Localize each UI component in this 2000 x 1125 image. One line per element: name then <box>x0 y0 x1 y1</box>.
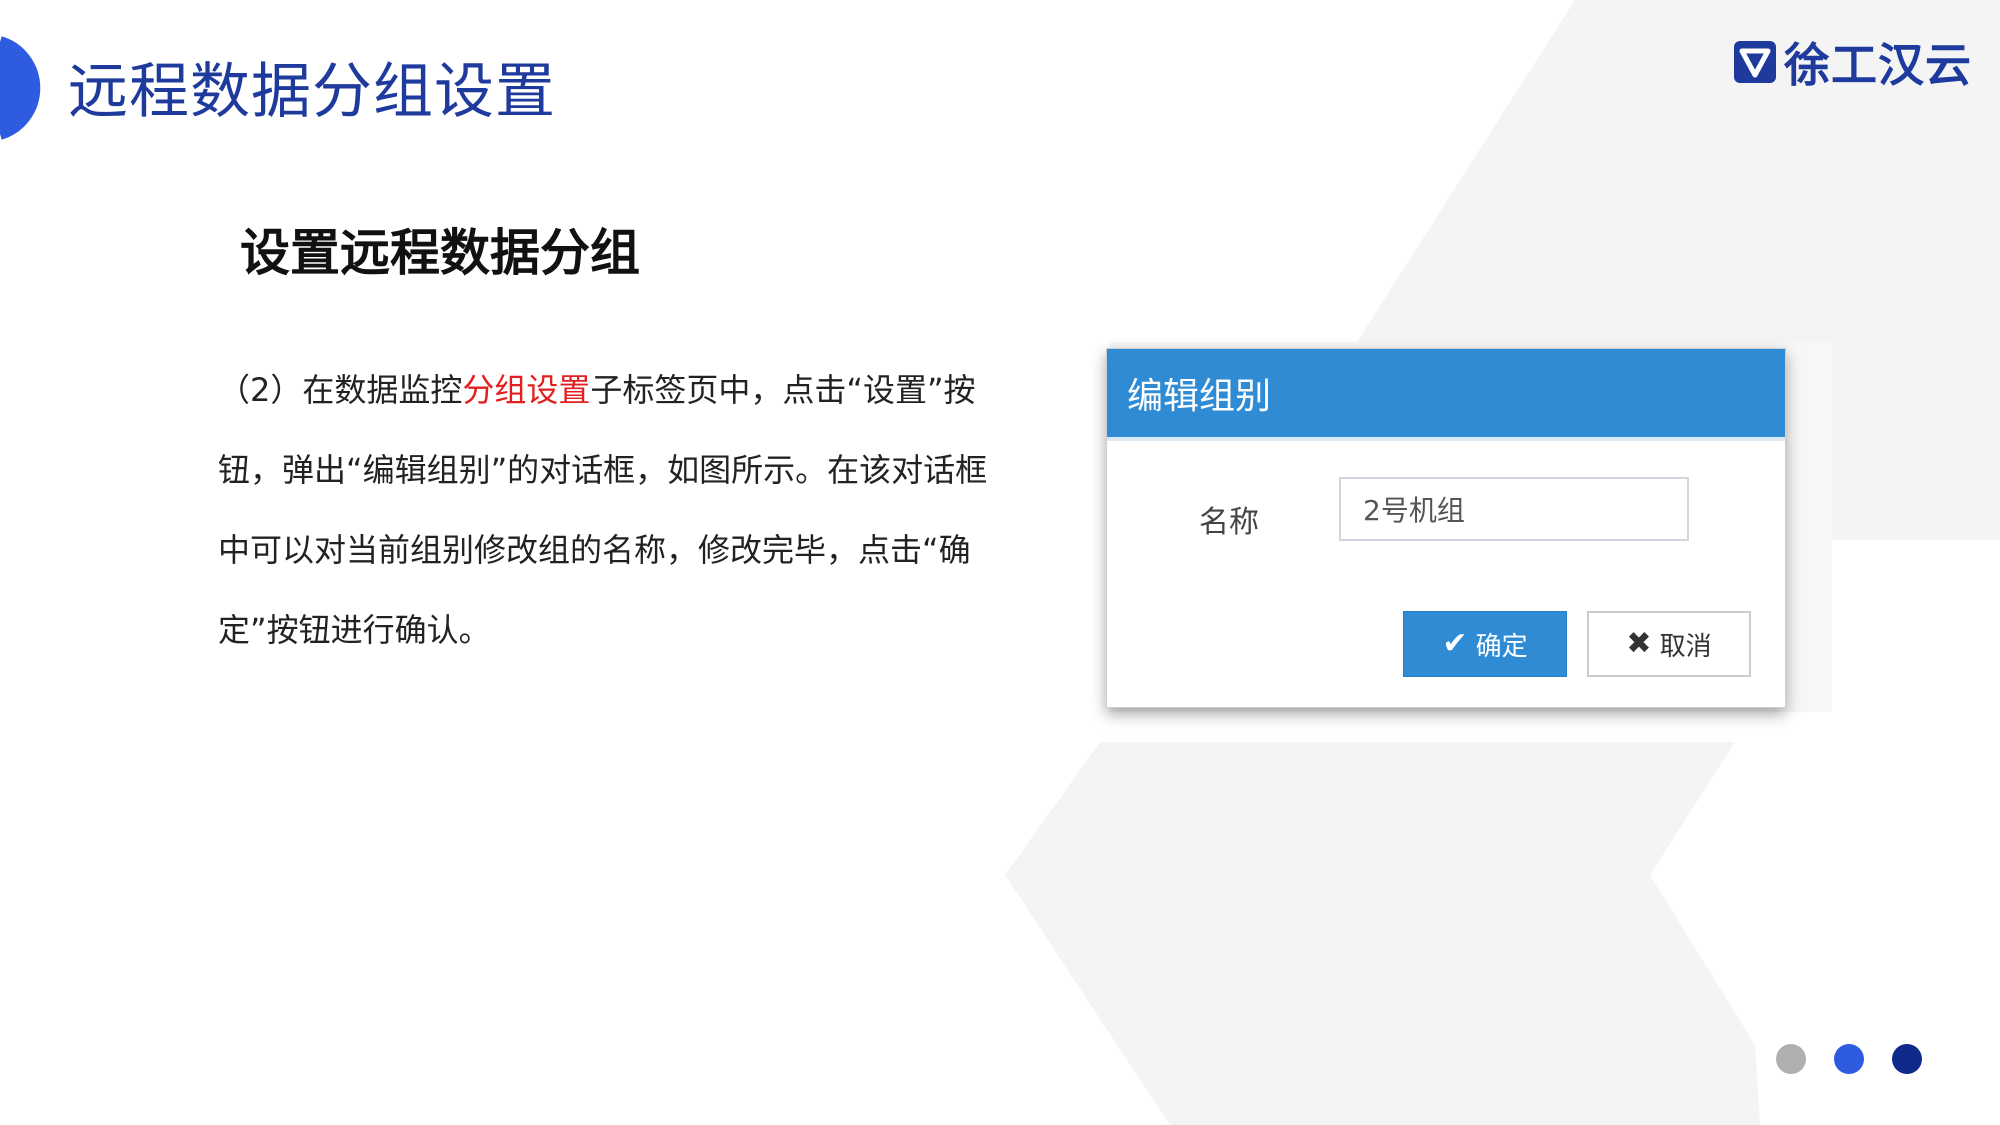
slide-title: 远程数据分组设置 <box>68 57 556 127</box>
paragraph-text-1: （2）在数据监控 <box>218 371 463 409</box>
xcmg-shield-icon <box>1734 41 1776 83</box>
name-label: 名称 <box>1199 505 1259 540</box>
section-subtitle: 设置远程数据分组 <box>240 224 640 282</box>
brand-logo: 徐工汉云 <box>1732 36 1972 92</box>
check-icon: ✔ <box>1442 626 1468 661</box>
indicator-dot-blue <box>1834 1044 1864 1074</box>
instruction-paragraph: （2）在数据监控分组设置子标签页中，点击“设置”按钮，弹出“编辑组别”的对话框，… <box>218 350 1008 670</box>
dialog-title: 编辑组别 <box>1127 376 1272 417</box>
confirm-button[interactable]: ✔ 确定 <box>1403 611 1567 677</box>
brand-name: 徐工汉云 <box>1784 38 1972 92</box>
edit-group-dialog: 编辑组别 名称 ✔ 确定 ✖ 取消 <box>1106 348 1786 708</box>
paragraph-highlight: 分组设置 <box>462 371 591 409</box>
paragraph-text-2: 子标签页中，点击“设置”按钮，弹出“编辑组别”的对话框，如图所示。在该对话框中可… <box>218 371 988 649</box>
confirm-button-label: 确定 <box>1475 631 1528 662</box>
dialog-header: 编辑组别 <box>1107 349 1785 441</box>
page-indicator <box>1776 1044 1922 1074</box>
cancel-button[interactable]: ✖ 取消 <box>1587 611 1751 677</box>
indicator-dot-gray <box>1776 1044 1806 1074</box>
close-icon: ✖ <box>1626 626 1652 661</box>
group-name-input[interactable] <box>1339 477 1689 541</box>
indicator-dot-navy <box>1892 1044 1922 1074</box>
cancel-button-label: 取消 <box>1659 631 1712 662</box>
